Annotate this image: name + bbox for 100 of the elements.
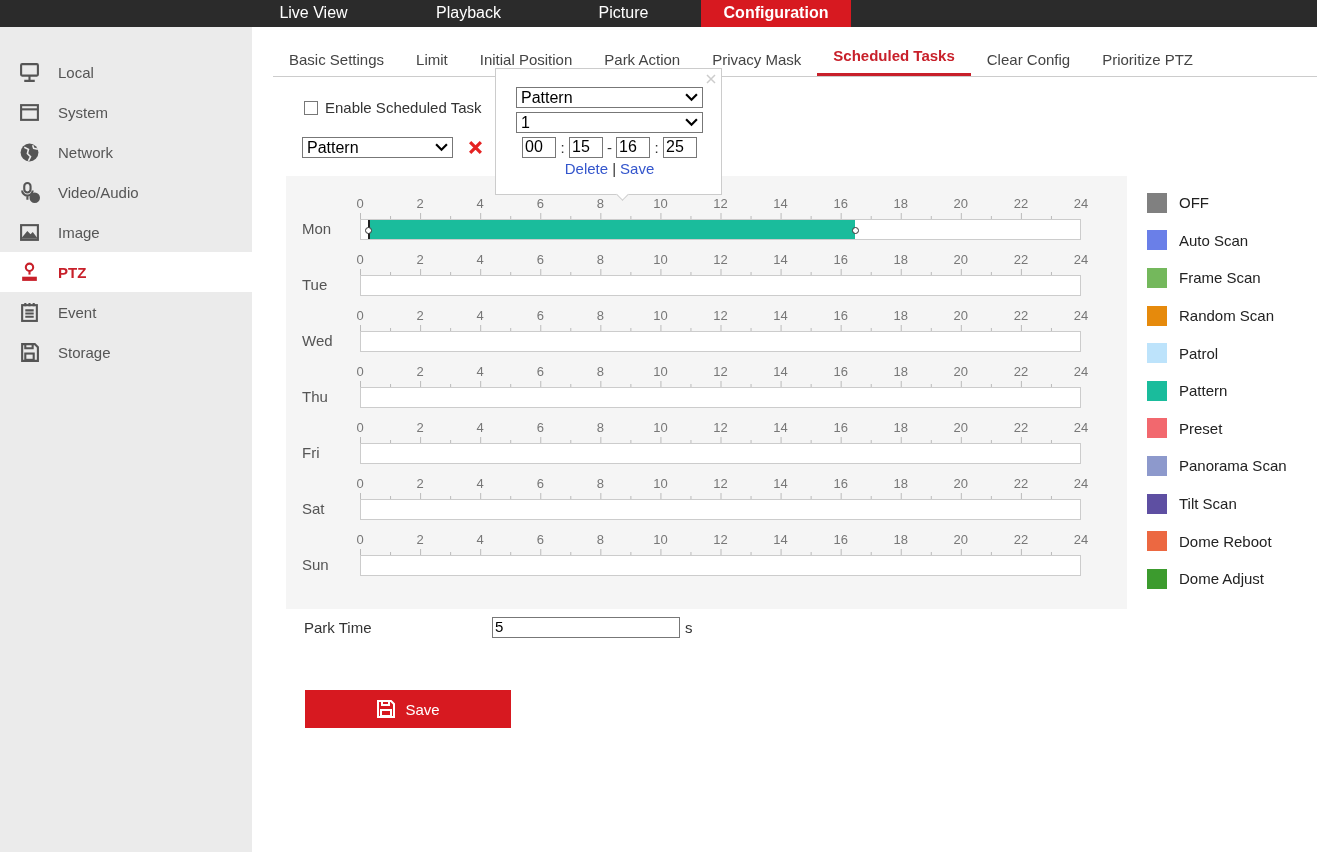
time-separator: : [559, 139, 566, 156]
delete-icon[interactable] [468, 140, 483, 155]
hour-label: 20 [953, 364, 969, 379]
hour-label: 24 [1073, 420, 1089, 435]
minute-field[interactable]: 15 [569, 137, 603, 158]
hour-label: 24 [1073, 364, 1089, 379]
mic-icon [19, 181, 40, 203]
sidebar-item[interactable]: Image [0, 212, 252, 252]
hour-label: 24 [1073, 476, 1089, 491]
hour-label: 2 [416, 532, 424, 547]
hour-label: 16 [833, 420, 848, 435]
sidebar-item[interactable]: Storage [0, 332, 252, 372]
hour-label: 20 [953, 532, 969, 547]
legend-label: Frame Scan [1179, 269, 1261, 287]
nav-tab[interactable]: Configuration [701, 0, 851, 27]
legend-label: Tilt Scan [1179, 495, 1237, 513]
day-track[interactable] [360, 499, 1081, 520]
globe-icon [19, 141, 40, 163]
day-track[interactable] [360, 387, 1081, 408]
day-label: Fri [301, 443, 321, 463]
park-time-field[interactable]: 5 [492, 617, 680, 638]
tab[interactable]: Privacy Mask [696, 47, 818, 76]
legend-label: Panorama Scan [1179, 457, 1287, 475]
legend-label: Patrol [1179, 344, 1219, 362]
hour-label: 22 [1013, 420, 1029, 435]
sidebar-item[interactable]: Video/Audio [0, 172, 252, 212]
tab[interactable]: Basic Settings [273, 47, 401, 76]
hour-label: 18 [893, 364, 908, 379]
unit-label: s [685, 619, 693, 636]
save-link[interactable]: Save [620, 160, 655, 177]
minute-field[interactable]: 25 [663, 137, 697, 158]
sidebar-item[interactable]: Event [0, 292, 252, 332]
day-track[interactable] [360, 275, 1081, 296]
hour-label: 10 [653, 308, 668, 323]
save-button[interactable]: Save [305, 690, 511, 728]
hour-label: 8 [596, 252, 604, 267]
day-track[interactable] [360, 443, 1081, 464]
monitor-icon [19, 61, 40, 83]
hour-label: 4 [476, 364, 484, 379]
hour-label: 0 [356, 420, 364, 435]
hour-label: 12 [713, 196, 728, 211]
task-select[interactable]: Pattern [302, 137, 453, 158]
hour-label: 22 [1013, 364, 1029, 379]
hour-label: 18 [893, 532, 908, 547]
checkbox[interactable] [304, 100, 318, 115]
day-label: Wed [301, 331, 334, 351]
legend-label: Preset [1179, 419, 1223, 437]
hour-label: 22 [1013, 252, 1029, 267]
hour-label: 22 [1013, 196, 1029, 211]
hour-label: 6 [536, 308, 544, 323]
nav-tab[interactable]: Picture [546, 0, 701, 27]
range-dash: - [606, 139, 613, 156]
hour-label: 22 [1013, 476, 1029, 491]
tab[interactable]: Clear Config [970, 47, 1087, 76]
hour-label: 4 [476, 420, 484, 435]
hour-label: 20 [953, 420, 969, 435]
nav-tab[interactable]: Live View [236, 0, 391, 27]
day-label: Tue [301, 275, 329, 295]
hour-label: 22 [1013, 308, 1029, 323]
hour-label: 24 [1073, 532, 1089, 547]
delete-link[interactable]: Delete [564, 160, 609, 177]
day-track[interactable] [360, 219, 1081, 240]
hour-label: 14 [773, 196, 788, 211]
tab[interactable]: Scheduled Tasks [817, 47, 971, 76]
hour-label: 4 [476, 308, 484, 323]
hour-label: 0 [356, 196, 364, 211]
hour-label: 24 [1073, 196, 1089, 211]
hour-label: 18 [893, 308, 908, 323]
day-track[interactable] [360, 331, 1081, 352]
close-icon[interactable] [706, 74, 716, 84]
sidebar-item[interactable]: System [0, 92, 252, 132]
tab[interactable]: Limit [400, 47, 464, 76]
hour-label: 8 [596, 196, 604, 211]
day-track[interactable] [360, 555, 1081, 576]
nav-tab[interactable]: Playback [391, 0, 546, 27]
link-separator: | [612, 160, 617, 177]
hour-label: 10 [653, 252, 668, 267]
hour-label: 16 [833, 532, 848, 547]
hour-label: 8 [596, 532, 604, 547]
hour-label: 6 [536, 420, 544, 435]
chevron-icon [685, 118, 698, 127]
day-label: Thu [301, 387, 329, 407]
hour-label: 14 [773, 252, 788, 267]
park-time-label: Park Time [304, 619, 373, 636]
hour-label: 20 [953, 252, 969, 267]
hour-label: 12 [713, 308, 728, 323]
mode-select[interactable]: Pattern [516, 87, 703, 108]
hour-label: 24 [1073, 308, 1089, 323]
hour-label: 8 [596, 420, 604, 435]
hour-field[interactable]: 16 [616, 137, 650, 158]
hour-label: 18 [893, 196, 908, 211]
tab[interactable]: Prioritize PTZ [1086, 47, 1209, 76]
sidebar-item[interactable]: Network [0, 132, 252, 172]
ptz-icon [19, 261, 40, 283]
sidebar-item[interactable]: PTZ [0, 252, 252, 292]
sidebar-item[interactable]: Local [0, 52, 252, 92]
hour-label: 2 [416, 308, 424, 323]
legend-label: Pattern [1179, 382, 1228, 400]
number-select[interactable]: 1 [516, 112, 703, 133]
hour-field[interactable]: 00 [522, 137, 556, 158]
